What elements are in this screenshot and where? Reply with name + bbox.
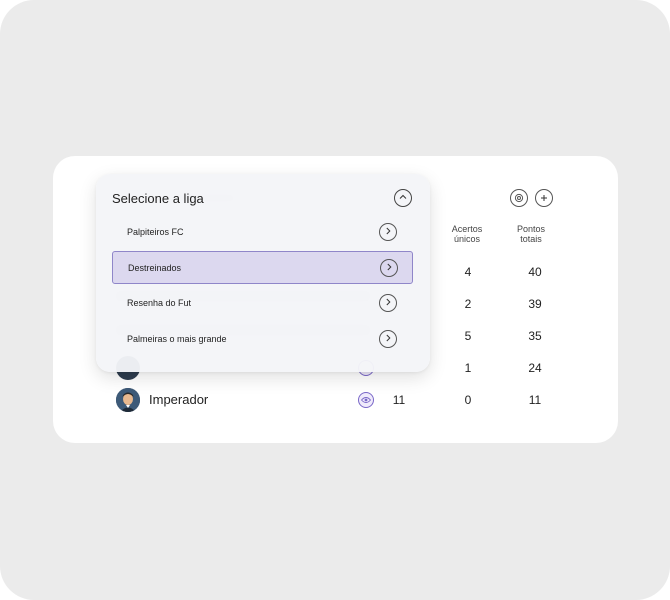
league-option[interactable]: Palmeiras o mais grande [112, 323, 413, 356]
acertos-unicos-value: 5 [464, 329, 472, 343]
plus-icon [540, 194, 548, 202]
chevron-right-icon [383, 223, 393, 241]
pontos-totais-value: 11 [528, 393, 542, 407]
go-button[interactable] [379, 294, 397, 312]
column-header-pontos-totais: Pontos totais [507, 224, 555, 244]
league-option-label: Resenha do Fut [127, 298, 192, 308]
league-option[interactable]: Resenha do Fut [112, 287, 413, 320]
go-button[interactable] [379, 223, 397, 241]
acertos-unicos-value: 1 [464, 361, 472, 375]
header-line: totais [520, 234, 542, 244]
add-button[interactable] [535, 189, 553, 207]
league-option-label: Destreinados [128, 263, 182, 273]
eye-icon [360, 391, 372, 409]
chevron-right-icon [384, 259, 394, 277]
header-line: Pontos [516, 224, 546, 234]
collapse-button[interactable] [394, 189, 412, 207]
pontos-totais-value: 24 [528, 361, 542, 375]
pontos-totais-value: 35 [528, 329, 542, 343]
go-button[interactable] [379, 330, 397, 348]
avatar [116, 388, 140, 412]
chevron-right-icon [383, 330, 393, 348]
view-button[interactable] [358, 392, 374, 408]
acertos-unicos-value: 4 [464, 265, 472, 279]
league-option-label: Palmeiras o mais grande [127, 334, 227, 344]
chevron-right-icon [383, 294, 393, 312]
pontos-totais-value: 40 [528, 265, 542, 279]
dropdown-title: Selecione a liga [112, 191, 204, 206]
settings-button[interactable] [510, 189, 528, 207]
league-option-selected[interactable]: Destreinados [112, 251, 413, 284]
league-option-label: Palpiteiros FC [127, 227, 184, 237]
gear-icon [513, 192, 525, 204]
column-header-acertos-unicos: Acertos únicos [443, 224, 491, 244]
league-selector-dropdown[interactable]: Selecione a liga Palpiteiros FC Destrein… [96, 174, 430, 372]
pontos-totais-value: 39 [528, 297, 542, 311]
league-option[interactable]: Palpiteiros FC [112, 216, 413, 249]
acertos-unicos-value: 2 [464, 297, 472, 311]
go-button[interactable] [380, 259, 398, 277]
player-name: Imperador [149, 392, 209, 407]
table-row[interactable]: Imperador 11 0 11 [53, 386, 618, 414]
chevron-up-icon [398, 189, 408, 207]
header-line: únicos [453, 234, 480, 244]
header-line: Acertos [451, 224, 483, 234]
acertos-unicos-value: 0 [464, 393, 472, 407]
acertos-value: 11 [392, 393, 406, 407]
